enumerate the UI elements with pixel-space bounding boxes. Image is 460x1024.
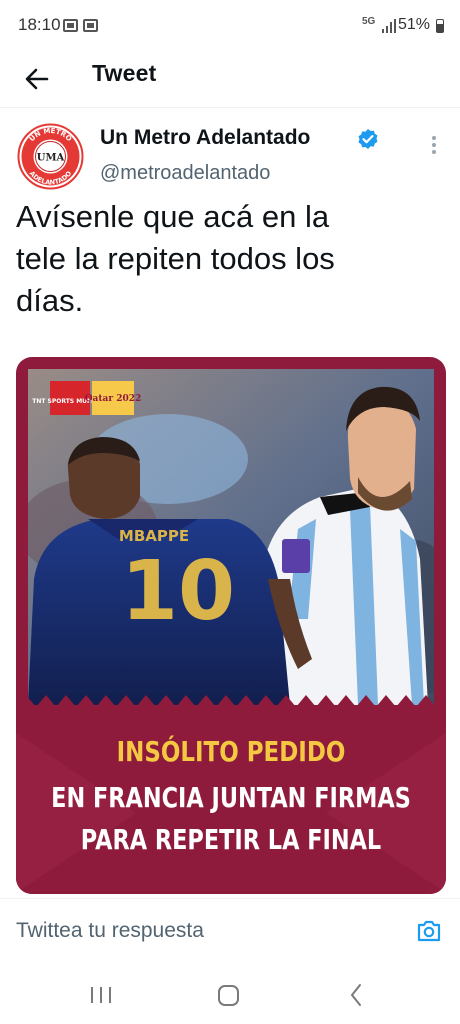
system-nav-bar: [0, 966, 460, 1024]
tweet-text-line: tele la repiten todos los: [16, 241, 335, 276]
battery-icon: [436, 19, 444, 33]
tweet-text-line: Avísenle que acá en la: [16, 199, 330, 234]
recents-icon[interactable]: [86, 980, 116, 1010]
jersey-number: 10: [121, 544, 235, 639]
author-handle[interactable]: @metroadelantado: [100, 162, 270, 185]
network-type: 5G: [362, 16, 376, 27]
status-time: 18:10: [18, 15, 61, 34]
jersey-name: MBAPPE: [119, 527, 189, 545]
top-bar: Tweet: [0, 52, 460, 108]
headline-secondary: EN FRANCIA JUNTAN FIRMAS: [51, 781, 411, 814]
verified-badge-icon: [357, 128, 379, 150]
headline-tertiary: PARA REPETIR LA FINAL: [80, 823, 382, 856]
battery-percent: 51%: [398, 16, 431, 33]
more-options-icon[interactable]: [431, 136, 437, 156]
gallery-notification-icon: [63, 19, 78, 32]
reply-bar: Twittea tu respuesta: [0, 898, 460, 964]
back-arrow-icon[interactable]: [20, 62, 54, 96]
camera-icon[interactable]: [416, 919, 442, 943]
tweet-text-line: días.: [16, 283, 84, 318]
tweet-text: Avísenle que acá en la tele la repiten t…: [16, 196, 436, 322]
avatar[interactable]: UN METRO ADELANTADO UMA: [17, 123, 84, 190]
reply-input[interactable]: Twittea tu respuesta: [16, 919, 204, 943]
signal-icon: [382, 17, 396, 33]
home-icon[interactable]: [214, 980, 244, 1010]
app-notification-icon: [83, 19, 98, 32]
event-logo: Qatar 2022: [85, 394, 142, 404]
page-title: Tweet: [92, 60, 157, 86]
status-bar: 18:10 5G 51%: [0, 0, 460, 52]
nav-back-icon[interactable]: [342, 980, 372, 1010]
tweet-media-image[interactable]: MBAPPE 10 TNT SPORTS MUNDIAL Qatar 2022 …: [16, 357, 446, 894]
avatar-center-text: UMA: [37, 153, 65, 164]
author-name[interactable]: Un Metro Adelantado: [100, 126, 310, 150]
headline-primary: INSÓLITO PEDIDO: [116, 735, 346, 768]
media-photo: MBAPPE 10 TNT SPORTS MUNDIAL Qatar 2022: [28, 369, 434, 705]
